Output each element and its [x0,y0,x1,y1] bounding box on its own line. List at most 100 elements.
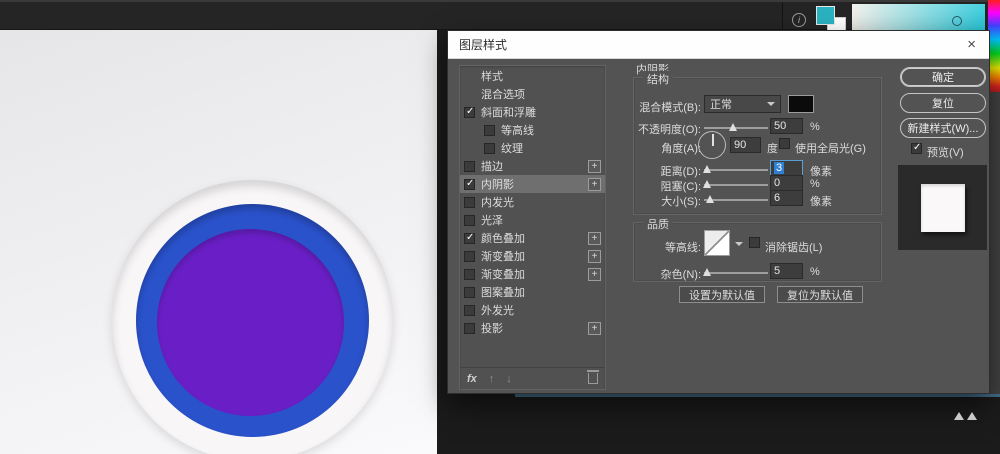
style-checkbox[interactable] [464,287,475,298]
chevron-down-icon[interactable] [735,242,743,246]
move-up-icon[interactable]: ↑ [489,373,495,385]
resize-grip-icon[interactable] [954,412,964,420]
blend-mode-select[interactable]: 正常 [704,95,781,113]
style-list-row[interactable]: 渐变叠加 + [460,265,605,283]
shape-blue-ring [136,204,369,437]
style-list-row[interactable]: 内发光 [460,193,605,211]
style-checkbox[interactable] [464,107,475,118]
style-row-label: 描边 [481,158,503,174]
noise-label: 杂色(N): [617,266,701,282]
info-icon[interactable]: i [792,13,806,27]
noise-input[interactable]: 5 [770,263,803,279]
dialog-body: 样式 混合选项 斜面和浮雕 等高线 纹理 描边 + 内阴影 + 内发光 光泽 颜… [448,59,989,393]
reset-button[interactable]: 复位 [900,93,986,113]
style-checkbox[interactable] [464,269,475,280]
style-list-row[interactable]: 纹理 [460,139,605,157]
style-list-row[interactable]: 外发光 [460,301,605,319]
slider-thumb[interactable] [706,195,714,203]
preview-label: 预览(V) [927,144,964,160]
angle-unit: 度 [767,140,778,156]
style-row-label: 渐变叠加 [481,248,525,264]
size-slider[interactable] [704,191,768,207]
slider-track [704,272,768,274]
style-list-row[interactable]: 等高线 [460,121,605,139]
document-window-edge [515,394,1000,397]
new-style-button[interactable]: 新建样式(W)... [900,118,986,138]
shadow-color-swatch[interactable] [788,95,814,113]
distance-input[interactable]: 3 [770,160,803,176]
dialog-titlebar[interactable]: 图层样式 × [448,31,989,59]
slider-thumb[interactable] [703,268,711,276]
color-field-cursor[interactable] [952,16,962,26]
application-toolbar [0,0,1000,30]
distance-unit: 像素 [810,163,832,179]
choke-slider[interactable] [704,176,768,192]
add-effect-button[interactable]: + [588,322,601,335]
style-list-row[interactable]: 颜色叠加 + [460,229,605,247]
layer-style-dialog: 图层样式 × 样式 混合选项 斜面和浮雕 等高线 纹理 描边 + 内阴影 + [447,30,990,394]
blend-mode-value: 正常 [710,96,732,112]
opacity-input[interactable]: 50 [770,118,803,134]
contour-thumbnail[interactable] [704,230,730,256]
move-down-icon[interactable]: ↓ [506,373,512,385]
style-list-row[interactable]: 投影 + [460,319,605,337]
angle-input[interactable]: 90 [730,137,761,153]
shape-outer-circle[interactable] [112,180,393,454]
fx-icon[interactable]: fx [467,373,477,385]
opacity-label: 不透明度(O): [617,121,701,137]
photoshop-window: i 图层样式 × 样式 混合选项 斜面和浮雕 [0,0,1000,454]
add-effect-button[interactable]: + [588,250,601,263]
shape-purple-circle [157,229,344,416]
distance-slider[interactable] [704,161,768,177]
style-checkbox[interactable] [464,233,475,244]
style-row-label: 内发光 [481,194,514,210]
style-checkbox[interactable] [464,179,475,190]
add-effect-button[interactable]: + [588,178,601,191]
preview-checkbox[interactable] [911,143,922,154]
global-light-checkbox[interactable] [779,138,790,149]
size-input[interactable]: 6 [770,190,803,206]
style-checkbox[interactable] [464,215,475,226]
add-effect-button[interactable]: + [588,160,601,173]
angle-label: 角度(A): [617,140,701,156]
style-list-row[interactable]: 渐变叠加 + [460,247,605,265]
style-checkbox[interactable] [484,143,495,154]
resize-grip-icon[interactable] [967,412,977,420]
style-checkbox[interactable] [464,197,475,208]
style-checkbox[interactable] [464,323,475,334]
style-list-row[interactable]: 混合选项 [460,85,605,103]
close-icon[interactable]: × [965,37,978,52]
slider-thumb[interactable] [729,123,737,131]
style-list-row[interactable]: 斜面和浮雕 [460,103,605,121]
style-checkbox[interactable] [464,251,475,262]
ok-button[interactable]: 确定 [900,67,986,87]
style-list-row[interactable]: 内阴影 + [460,175,605,193]
style-checkbox[interactable] [464,305,475,316]
choke-input[interactable]: 0 [770,175,803,191]
chevron-down-icon [767,102,775,106]
make-default-button[interactable]: 设置为默认值 [679,286,765,303]
trash-icon[interactable] [588,373,598,384]
style-list-row[interactable]: 光泽 [460,211,605,229]
slider-thumb[interactable] [703,165,711,173]
style-list-row[interactable]: 图案叠加 [460,283,605,301]
add-effect-button[interactable]: + [588,232,601,245]
add-effect-button[interactable]: + [588,268,601,281]
angle-dial[interactable] [698,131,726,159]
antialias-checkbox[interactable] [749,237,760,248]
style-row-label: 光泽 [481,212,503,228]
style-list-row[interactable]: 描边 + [460,157,605,175]
document-canvas[interactable] [0,30,437,454]
foreground-color-swatch[interactable] [816,6,835,25]
noise-slider[interactable] [704,264,768,280]
slider-track [704,169,768,171]
slider-thumb[interactable] [703,180,711,188]
style-checkbox[interactable] [464,161,475,172]
reset-default-button[interactable]: 复位为默认值 [777,286,863,303]
noise-unit: % [810,266,820,278]
choke-label: 阻塞(C): [617,178,701,194]
style-checkbox[interactable] [484,125,495,136]
style-list-row[interactable]: 样式 [460,67,605,85]
style-row-label: 投影 [481,320,503,336]
toolbar-divider [782,2,783,32]
